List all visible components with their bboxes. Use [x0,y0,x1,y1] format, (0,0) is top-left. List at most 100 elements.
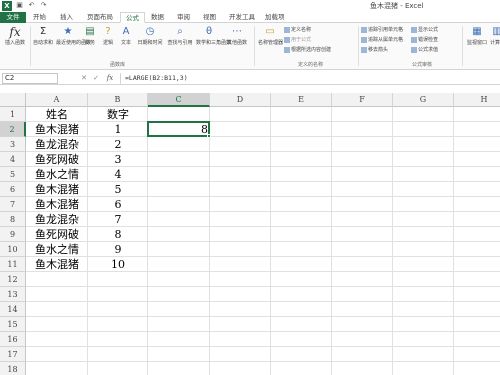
text-button[interactable]: A 文本 [118,25,134,46]
recent-functions-button[interactable]: ★ 最近使用的函数 [56,25,91,46]
watch-window-icon: ▦ [472,26,482,37]
error-checking-button[interactable]: 错误检查 [411,36,438,44]
title-bar: X ▣ ↶ ↷ 鱼木混猪 - Excel [0,0,500,12]
row-header-7[interactable]: 7 [0,197,26,212]
remove-arrows-icon [361,46,367,53]
column-header-b[interactable]: B [88,93,148,107]
column-header-a[interactable]: A [26,93,88,107]
row-header-13[interactable]: 13 [0,287,26,302]
remove-arrows-button[interactable]: 移去箭头 [361,46,388,54]
tab-addins[interactable]: 加载项 [260,12,290,23]
cell-a3[interactable]: 鱼龙混杂 [26,137,88,152]
row-header-11[interactable]: 11 [0,257,26,272]
row-header-9[interactable]: 9 [0,227,26,242]
cell-a4[interactable]: 鱼死网破 [26,152,88,167]
formula-input[interactable]: =LARGE(B2:B11,3) [120,73,498,84]
tab-developer[interactable]: 开发工具 [224,12,260,23]
row-header-4[interactable]: 4 [0,152,26,167]
cell-b4[interactable]: 3 [88,152,148,167]
tab-data[interactable]: 数据 [146,12,169,23]
cell-a10[interactable]: 鱼水之情 [26,242,88,257]
name-box[interactable]: C2 [2,73,58,84]
column-header-f[interactable]: F [332,93,393,107]
cell-b2[interactable]: 1 [88,122,148,137]
tab-home[interactable]: 开始 [28,12,51,23]
undo-icon[interactable]: ↶ [27,1,36,10]
cell-b5[interactable]: 4 [88,167,148,182]
create-from-selection-button[interactable]: 根据所选内容创建 [284,46,331,54]
other-functions-button[interactable]: ⋯ 其他函数 [224,25,250,46]
tab-formulas[interactable]: 公式 [120,12,145,23]
cell-a8[interactable]: 鱼龙混杂 [26,212,88,227]
fill-handle[interactable] [207,134,211,138]
show-formulas-button[interactable]: 显示公式 [411,26,438,34]
column-header-g[interactable]: G [393,93,454,107]
cell-a5[interactable]: 鱼水之情 [26,167,88,182]
cell-a11[interactable]: 鱼木混猪 [26,257,88,272]
row-header-6[interactable]: 6 [0,182,26,197]
row-header-16[interactable]: 16 [0,332,26,347]
row-header-17[interactable]: 17 [0,347,26,362]
cell-a9[interactable]: 鱼死网破 [26,227,88,242]
cell-b6[interactable]: 5 [88,182,148,197]
row-header-8[interactable]: 8 [0,212,26,227]
watch-window-button[interactable]: ▦ 监视窗口 [464,25,490,46]
grid-line [26,286,500,287]
define-name-button[interactable]: 定义名称 [284,26,311,34]
trace-precedents-button[interactable]: 追踪引用单元格 [361,26,403,34]
cell-b3[interactable]: 2 [88,137,148,152]
row-header-5[interactable]: 5 [0,167,26,182]
tab-insert[interactable]: 插入 [55,12,78,23]
save-icon[interactable]: ▣ [15,1,24,10]
row-header-15[interactable]: 15 [0,317,26,332]
calculation-button[interactable]: ▥ 计算 [490,25,500,46]
cell-b11[interactable]: 10 [88,257,148,272]
column-header-h[interactable]: H [454,93,500,107]
tab-review[interactable]: 审阅 [172,12,195,23]
cell-b7[interactable]: 6 [88,197,148,212]
math-trig-button[interactable]: θ 数学和三角函数 [196,25,231,46]
tab-view[interactable]: 视图 [198,12,221,23]
name-manager-button[interactable]: ▭ 名称管理器 [258,25,283,46]
error-checking-icon [411,36,417,43]
trace-precedents-icon [361,26,367,33]
trace-dependents-button[interactable]: 追踪从属单元格 [361,36,403,44]
ribbon-separator [30,26,31,66]
row-header-14[interactable]: 14 [0,302,26,317]
cell-a6[interactable]: 鱼木混猪 [26,182,88,197]
cell-b1[interactable]: 数字 [88,107,148,122]
tab-file[interactable]: 文件 [0,12,26,23]
column-header-e[interactable]: E [271,93,332,107]
row-header-1[interactable]: 1 [0,107,26,122]
cell-a7[interactable]: 鱼木混猪 [26,197,88,212]
row-header-2[interactable]: 2 [0,122,26,137]
insert-function-button[interactable]: fx 插入函数 [2,25,28,46]
row-header-12[interactable]: 12 [0,272,26,287]
enter-icon[interactable]: ✓ [92,73,100,84]
cancel-icon[interactable]: ✕ [80,73,88,84]
cell-a1[interactable]: 姓名 [26,107,88,122]
logical-button[interactable]: ? 逻辑 [100,25,116,46]
financial-button[interactable]: ▤ 财务 [82,25,98,46]
row-header-10[interactable]: 10 [0,242,26,257]
use-in-formula-button[interactable]: 用于公式 [284,36,311,44]
column-header-c[interactable]: C [148,93,210,107]
tab-page-layout[interactable]: 页面布局 [82,12,118,23]
group-label-audit: 公式审核 [412,62,433,68]
cell-a2[interactable]: 鱼木混猪 [26,122,88,137]
autosum-button[interactable]: Σ 自动求和 [32,25,54,46]
column-header-d[interactable]: D [210,93,271,107]
fx-icon[interactable]: fx [104,73,116,84]
lookup-button[interactable]: ⌕ 查找与引用 [166,25,194,46]
redo-icon[interactable]: ↷ [39,1,48,10]
cell-b9[interactable]: 8 [88,227,148,242]
ribbon: fx 插入函数 Σ 自动求和 ★ 最近使用的函数 ▤ 财务 ? 逻辑 A 文本 … [0,23,500,70]
cell-b8[interactable]: 7 [88,212,148,227]
row-header-18[interactable]: 18 [0,362,26,375]
cell-b10[interactable]: 9 [88,242,148,257]
select-all-corner[interactable] [0,93,26,107]
worksheet-grid[interactable]: A B C D E F G H 1 2 3 4 5 6 7 8 9 10 11 12 13 14 15 16 17 18 姓名 数字鱼… [0,93,500,375]
evaluate-formula-button[interactable]: 公式求值 [411,46,438,54]
datetime-button[interactable]: ◷ 日期和时间 [136,25,164,46]
row-header-3[interactable]: 3 [0,137,26,152]
